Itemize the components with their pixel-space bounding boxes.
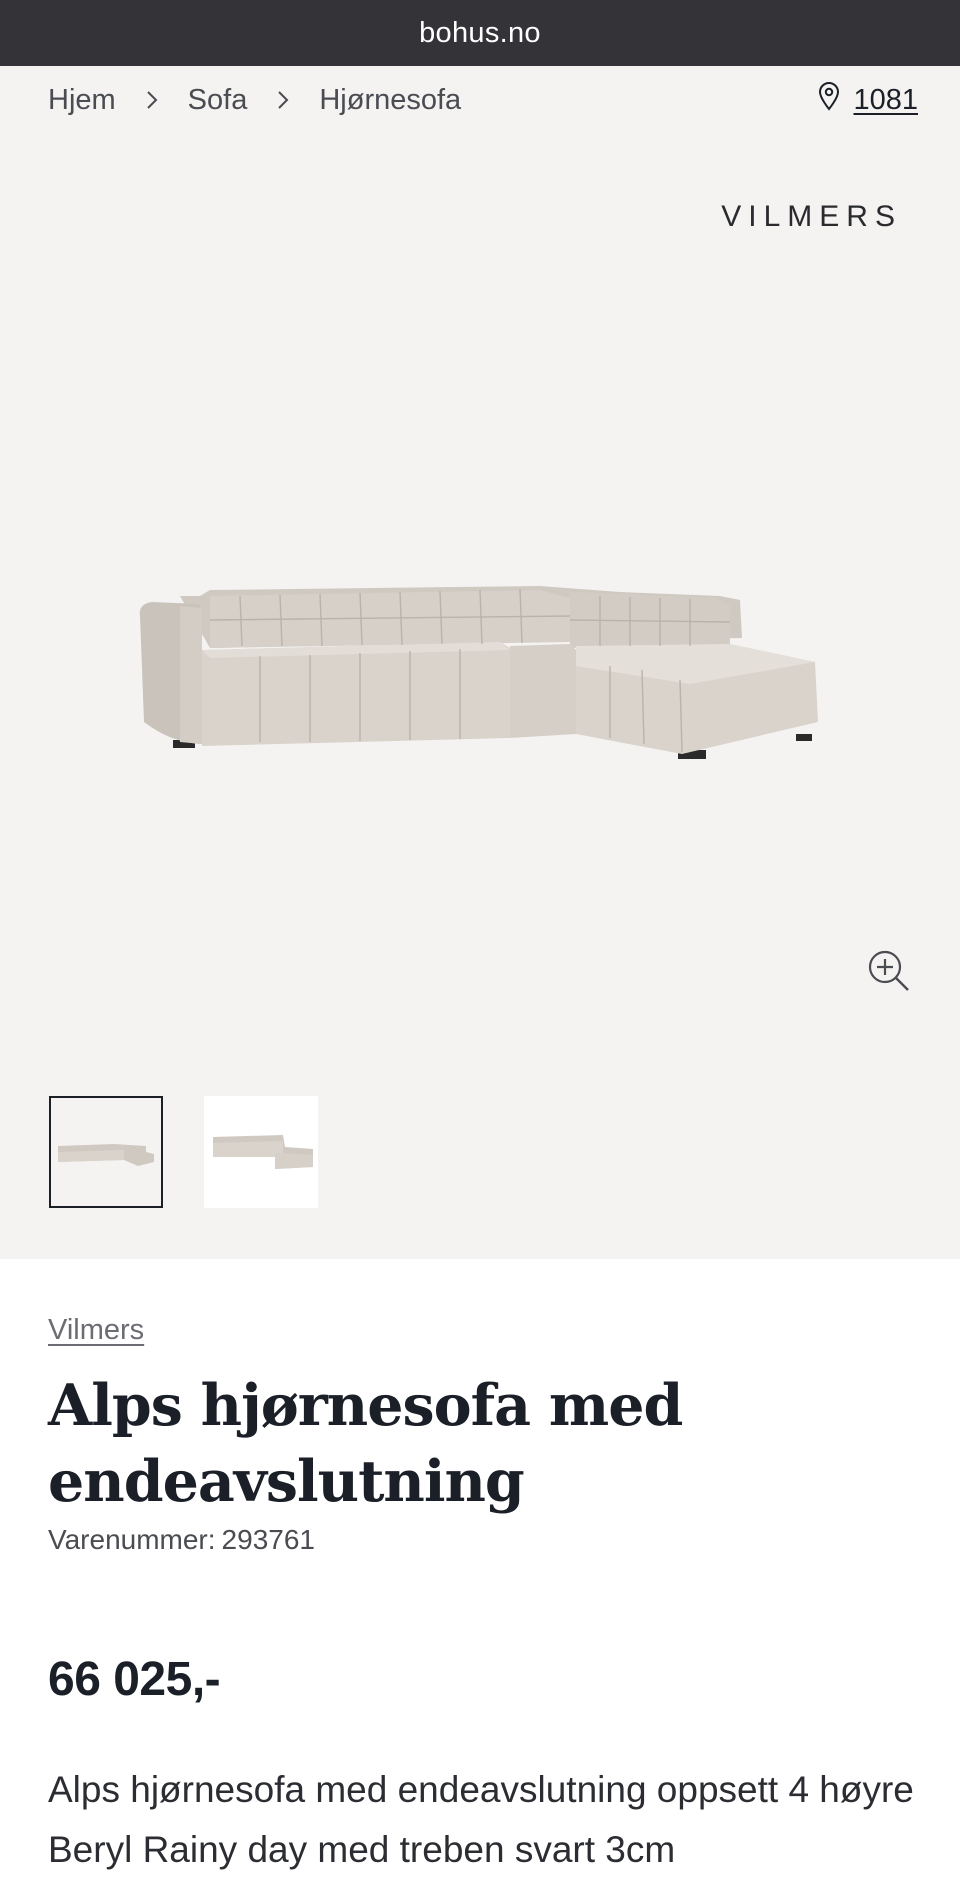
zoom-in-icon[interactable] bbox=[864, 946, 914, 996]
chevron-right-icon bbox=[146, 90, 158, 110]
browser-url-bar[interactable]: bohus.no bbox=[0, 0, 960, 66]
breadcrumb-current: Hjørnesofa bbox=[319, 83, 462, 116]
brand-logo: VILMERS bbox=[721, 200, 902, 233]
product-title-line-1: Alps hjørnesofa med bbox=[48, 1372, 683, 1439]
brand-link[interactable]: Vilmers bbox=[48, 1314, 144, 1347]
breadcrumb-sofa[interactable]: Sofa bbox=[188, 84, 248, 117]
sku-label: Varenummer: bbox=[48, 1524, 216, 1555]
product-sku: Varenummer: 293761 bbox=[48, 1524, 315, 1556]
chevron-right-icon bbox=[277, 90, 289, 110]
product-title: Alps hjørnesofa med endeavslutning bbox=[48, 1368, 808, 1520]
breadcrumb: Hjem Sofa Hjørnesofa bbox=[48, 78, 461, 122]
product-gallery: Hjem Sofa Hjørnesofa 1081 VILMERS bbox=[0, 66, 960, 1259]
store-selector[interactable]: 1081 bbox=[817, 78, 918, 122]
sku-value: 293761 bbox=[221, 1524, 315, 1555]
thumbnail-1[interactable] bbox=[49, 1096, 163, 1208]
product-title-line-2: endeavslutning bbox=[48, 1448, 525, 1515]
thumbnail-2[interactable] bbox=[204, 1096, 318, 1208]
location-pin-icon bbox=[817, 81, 841, 119]
breadcrumb-home[interactable]: Hjem bbox=[48, 84, 116, 117]
product-description: Alps hjørnesofa med endeavslutning oppse… bbox=[48, 1769, 914, 1870]
product-price: 66 025,- bbox=[48, 1653, 221, 1706]
product-image[interactable] bbox=[130, 516, 840, 776]
store-number[interactable]: 1081 bbox=[853, 84, 918, 117]
url-text: bohus.no bbox=[419, 16, 541, 49]
